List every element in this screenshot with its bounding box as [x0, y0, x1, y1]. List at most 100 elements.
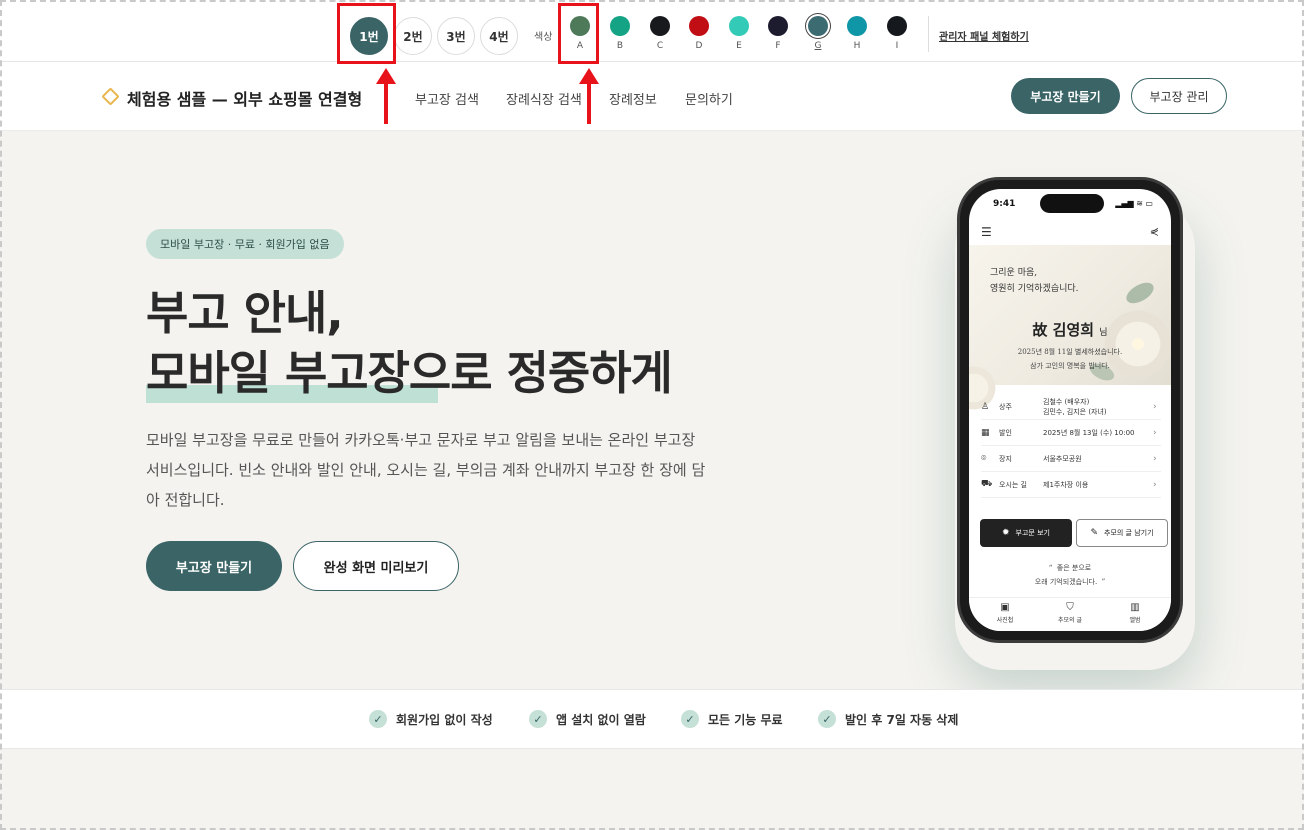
deceased-name: 故 김영희 님 [969, 319, 1171, 340]
swatch-label: C [656, 41, 664, 51]
swatch-label: I [895, 41, 899, 51]
color-swatch-d[interactable]: D [687, 16, 711, 51]
swatch-dot [847, 16, 867, 36]
share-icon[interactable]: ⋞ [1150, 225, 1159, 238]
color-swatch-i[interactable]: I [885, 16, 909, 51]
admin-panel-link[interactable]: 관리자 패널 체험하기 [939, 28, 1029, 43]
tab-label: 추모의 글 [1058, 617, 1082, 624]
hero-title-line2: 모바일 부고장으로 정중하게 [146, 346, 673, 400]
chevron-right-icon: › [1153, 401, 1157, 412]
status-icons: ▂▄▆ ≋ ▭ [1115, 199, 1153, 208]
swatch-label: H [853, 41, 861, 51]
swatch-label: E [736, 41, 742, 51]
leaf-decoration [1123, 278, 1157, 308]
hero-create-button[interactable]: 부고장 만들기 [146, 541, 282, 591]
feature-label: 모든 기능 무료 [708, 712, 783, 727]
swatch-dot [610, 16, 630, 36]
app-tabbar: ▣ 사진첩 ⛉ 추모의 글 ▥ 앨범 [969, 597, 1171, 631]
tab-label: 앨범 [1129, 617, 1141, 624]
nav-obituary-search[interactable]: 부고장 검색 [415, 89, 479, 108]
phone-screen: 9:41 ▂▄▆ ≋ ▭ ☰ ⋞ 그리운 마음, 영원히 기억하겠습니다. 故 … [969, 189, 1171, 631]
info-value: 제1주차장 이용 [1043, 480, 1089, 489]
toolbar-divider [928, 16, 929, 52]
check-icon: ✓ [681, 710, 699, 728]
feature-label: 발인 후 7일 자동 삭제 [845, 712, 959, 727]
red-arrow-up-icon [376, 68, 396, 124]
gear-icon: ✹ [1002, 528, 1010, 538]
write-memorial-button[interactable]: ✎ 추모의 글 남기기 [1076, 519, 1168, 547]
tab-album[interactable]: ▥ 앨범 [1105, 602, 1165, 624]
quote-open-icon: “ [1048, 564, 1053, 572]
phone-mockup: 9:41 ▂▄▆ ≋ ▭ ☰ ⋞ 그리운 마음, 영원히 기억하겠습니다. 故 … [957, 177, 1183, 643]
color-swatch-c[interactable]: C [648, 16, 672, 51]
feature-item: ✓ 발인 후 7일 자동 삭제 [818, 710, 958, 728]
info-value: 2025년 8월 13일 (수) 10:00 [1043, 428, 1135, 437]
status-time: 9:41 [993, 199, 1016, 209]
info-row-mourner[interactable]: ♙ 상주 김철수 (배우자) 김민수, 김지은 (자녀) › [981, 394, 1161, 420]
pencil-icon: ✎ [1090, 528, 1098, 538]
swatch-dot [650, 16, 670, 36]
check-icon: ✓ [818, 710, 836, 728]
view-obituary-label: 부고문 보기 [1015, 529, 1050, 537]
version-2-button[interactable]: 2번 [394, 17, 432, 55]
quote-line2: 오래 기억되겠습니다. [1034, 578, 1098, 586]
view-obituary-button[interactable]: ✹ 부고문 보기 [980, 519, 1072, 547]
chevron-right-icon: › [1153, 453, 1157, 464]
hero-title-line1: 부고 안내, [146, 286, 344, 340]
tab-photos[interactable]: ▣ 사진첩 [975, 602, 1035, 624]
color-swatch-h[interactable]: H [845, 16, 869, 51]
swatch-dot [887, 16, 907, 36]
dynamic-island [1040, 194, 1104, 213]
hero-description: 모바일 부고장을 무료로 만들어 카카오톡·부고 문자로 부고 알림을 보내는 … [146, 431, 706, 509]
color-swatch-f[interactable]: F [766, 16, 790, 51]
version-4-button[interactable]: 4번 [480, 17, 518, 55]
hamburger-menu-icon[interactable]: ☰ [981, 225, 992, 239]
create-obituary-button[interactable]: 부고장 만들기 [1011, 78, 1120, 114]
info-row-departure[interactable]: ▦ 발인 2025년 8월 13일 (수) 10:00 › [981, 420, 1161, 446]
info-row-burial[interactable]: ⌾ 장지 서울추모공원 › [981, 446, 1161, 472]
memorial-quote: 그리운 마음, 영원히 기억하겠습니다. [990, 268, 1079, 294]
version-3-button[interactable]: 3번 [437, 17, 475, 55]
book-icon: ▥ [1130, 602, 1140, 613]
death-date: 2025년 8월 11일 별세하셨습니다. [1017, 348, 1123, 356]
nav-funeral-hall-search[interactable]: 장례식장 검색 [506, 89, 582, 108]
color-swatch-b[interactable]: B [608, 16, 632, 51]
tab-memorial[interactable]: ⛉ 추모의 글 [1040, 602, 1100, 624]
feature-item: ✓ 앱 설치 없이 열람 [529, 710, 646, 728]
highlight-box-version [337, 3, 396, 64]
swatch-label: G [814, 41, 822, 51]
swatch-label: D [695, 41, 703, 51]
chevron-right-icon: › [1153, 427, 1157, 438]
swatch-dot [808, 16, 828, 36]
write-memorial-label: 추모의 글 남기기 [1104, 529, 1154, 537]
info-value: 김철수 (배우자) 김민수, 김지은 (자녀) [1043, 397, 1107, 416]
diamond-logo-icon [101, 87, 120, 106]
nav-contact[interactable]: 문의하기 [685, 89, 733, 108]
info-key: 장지 [999, 454, 1012, 463]
quote-line1: 좋은 분으로 [1056, 564, 1092, 572]
color-swatch-g[interactable]: G [806, 16, 830, 51]
theme-toolbar: 1번 2번 3번 4번 색상 A B C D E F G H I 관리자 패널 … [0, 0, 1304, 62]
nav-funeral-info[interactable]: 장례정보 [609, 89, 657, 108]
calendar-icon: ▦ [981, 427, 990, 438]
person-icon: ♙ [981, 401, 990, 412]
quote-close-icon: ” [1101, 578, 1106, 586]
photo-icon: ▣ [1000, 602, 1010, 613]
swatch-label: F [775, 41, 781, 51]
chevron-right-icon: › [1153, 479, 1157, 490]
info-key: 발인 [999, 428, 1012, 437]
location-icon: ⌾ [981, 453, 987, 464]
check-icon: ✓ [529, 710, 547, 728]
condolence-text: 삼가 고인의 명복을 빕니다. [1030, 362, 1110, 370]
color-swatch-e[interactable]: E [727, 16, 751, 51]
site-logo[interactable]: 체험용 샘플 — 외부 쇼핑몰 연결형 [127, 86, 362, 110]
name-text: 김영희 [1052, 321, 1095, 339]
highlight-box-color [558, 3, 599, 64]
hero-badge: 모바일 부고장 · 무료 · 회원가입 없음 [146, 229, 344, 259]
info-row-directions[interactable]: ⛟ 오시는 길 제1주차장 이용 › [981, 472, 1161, 498]
tab-label: 사진첩 [996, 617, 1014, 624]
info-key: 상주 [999, 402, 1012, 411]
hero-preview-button[interactable]: 완성 화면 미리보기 [293, 541, 459, 591]
app-quote: “ 좋은 분으로 오래 기억되겠습니다. ” [969, 561, 1171, 589]
manage-obituary-button[interactable]: 부고장 관리 [1131, 78, 1227, 114]
